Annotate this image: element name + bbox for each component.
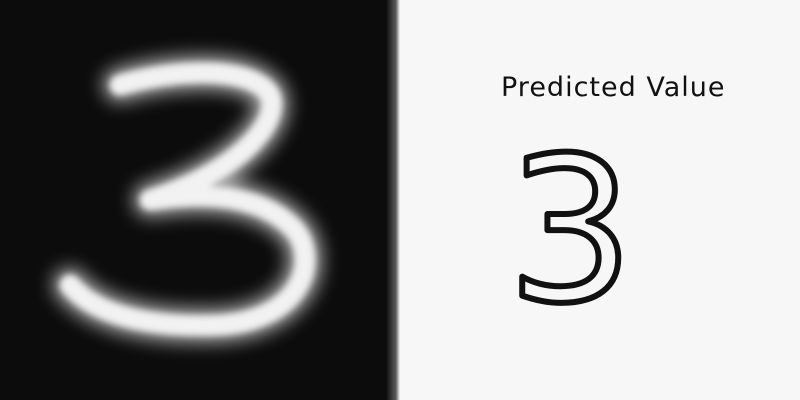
input-digit-image	[0, 0, 400, 400]
panel-edge	[386, 0, 400, 400]
prediction-panel: Predicted Value 3	[400, 0, 800, 400]
predicted-value-digit: 3	[507, 140, 625, 320]
predicted-value-display: 3	[504, 112, 637, 351]
predicted-value-title: Predicted Value	[501, 72, 726, 103]
digit-recognizer-window: Predicted Value 3	[0, 0, 800, 400]
handwritten-digit-drawing	[53, 55, 323, 343]
